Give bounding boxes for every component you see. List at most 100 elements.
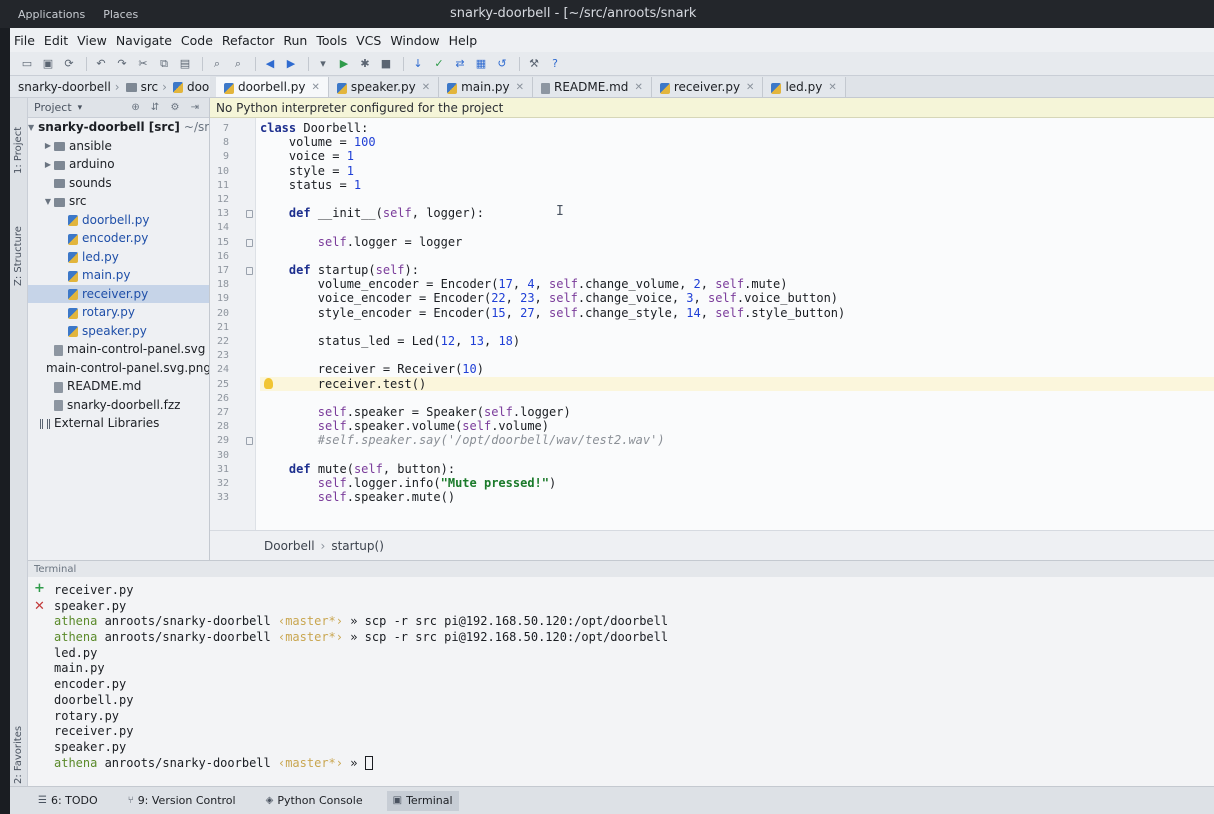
tree-item[interactable]: doorbell.py <box>28 211 209 230</box>
tree-item[interactable]: README.md <box>28 377 209 396</box>
project-view-selector[interactable]: Project <box>34 101 72 114</box>
tree-item[interactable]: main-control-panel.svg <box>28 340 209 359</box>
tree-item[interactable]: ▼ src <box>28 192 209 211</box>
bottom-tab-terminal[interactable]: ▣ Terminal <box>386 790 459 811</box>
code-line[interactable]: volume_encoder = Encoder(17, 4, self.cha… <box>260 277 788 291</box>
places-menu[interactable]: Places <box>103 8 138 21</box>
bottom-tab-9-version-control[interactable]: ⑂ 9: Version Control <box>122 791 242 811</box>
menu-refactor[interactable]: Refactor <box>222 33 274 48</box>
code-line[interactable]: volume = 100 <box>260 135 376 149</box>
save-icon[interactable]: ▣ <box>39 56 57 72</box>
menu-navigate[interactable]: Navigate <box>116 33 172 48</box>
code-line[interactable]: self.logger = logger <box>260 235 463 249</box>
forward-icon[interactable]: ▶ <box>282 56 300 72</box>
tool-tab-favorites[interactable]: 2: Favorites <box>13 726 24 784</box>
close-icon[interactable]: ✕ <box>828 82 836 93</box>
tree-item[interactable]: receiver.py <box>28 284 209 303</box>
code-line[interactable]: self.speaker.mute() <box>260 490 455 504</box>
menu-run[interactable]: Run <box>283 33 307 48</box>
fold-marker-icon[interactable] <box>246 210 253 219</box>
tool-tab-project[interactable]: 1: Project <box>13 127 24 174</box>
vcs-revert-icon[interactable]: ↺ <box>493 56 511 72</box>
tree-item[interactable]: snarky-doorbell.fzz <box>28 396 209 415</box>
help-icon[interactable]: ? <box>546 56 564 72</box>
tool-tab-structure[interactable]: Z: Structure <box>13 226 24 286</box>
settings-icon[interactable]: ⚒ <box>525 56 543 72</box>
open-icon[interactable]: ▭ <box>18 56 36 72</box>
close-icon[interactable]: ✕ <box>634 82 642 93</box>
breadcrumb-class[interactable]: Doorbell <box>264 539 315 553</box>
code-line[interactable]: voice = 1 <box>260 149 354 163</box>
undo-icon[interactable]: ↶ <box>92 56 110 72</box>
tab-doorbell-py[interactable]: doorbell.py ✕ <box>216 77 329 97</box>
code-line[interactable]: class Doorbell: <box>260 121 368 135</box>
menu-file[interactable]: File <box>14 33 35 48</box>
close-icon[interactable]: ✕ <box>746 82 754 93</box>
stop-icon[interactable]: ■ <box>377 56 395 72</box>
code-line[interactable]: def __init__(self, logger): <box>260 206 484 220</box>
code-line[interactable]: #self.speaker.say('/opt/doorbell/wav/tes… <box>260 433 665 447</box>
code-line[interactable]: self.logger.info("Mute pressed!") <box>260 476 556 490</box>
tree-item[interactable]: External Libraries <box>28 414 209 433</box>
chevron-right-icon[interactable]: ▶ <box>42 141 54 150</box>
vcs-update-icon[interactable]: ↓ <box>409 56 427 72</box>
tree-item[interactable]: encoder.py <box>28 229 209 248</box>
code-line[interactable]: style = 1 <box>260 164 354 178</box>
tree-item[interactable]: speaker.py <box>28 322 209 341</box>
find-icon[interactable]: ⌕ <box>208 56 226 72</box>
fold-marker-icon[interactable] <box>246 437 253 446</box>
paste-icon[interactable]: ▤ <box>176 56 194 72</box>
chevron-down-icon[interactable]: ▼ <box>28 123 34 132</box>
tree-item[interactable]: sounds <box>28 174 209 193</box>
terminal-cursor[interactable] <box>364 756 373 771</box>
close-session-icon[interactable]: ✕ <box>34 599 45 614</box>
menu-code[interactable]: Code <box>181 33 213 48</box>
replace-icon[interactable]: ⌕ <box>229 56 247 72</box>
fold-marker-icon[interactable] <box>246 267 253 275</box>
tree-item[interactable]: ▶ ansible <box>28 137 209 156</box>
sync-icon[interactable]: ⟳ <box>60 56 78 72</box>
menu-tools[interactable]: Tools <box>316 33 347 48</box>
vcs-commit-icon[interactable]: ✓ <box>430 56 448 72</box>
chevron-down-icon[interactable]: ▾ <box>78 103 83 113</box>
vcs-history-icon[interactable]: ▦ <box>472 56 490 72</box>
code-line[interactable]: status = 1 <box>260 178 361 192</box>
code-editor[interactable]: class Doorbell: volume = 100 voice = 1 s… <box>256 118 1214 530</box>
close-icon[interactable]: ✕ <box>311 82 319 93</box>
terminal-output[interactable]: receiver.py speaker.py athena anroots/snar… <box>54 583 1204 783</box>
code-line[interactable]: self.speaker = Speaker(self.logger) <box>260 405 571 419</box>
redo-icon[interactable]: ↷ <box>113 56 131 72</box>
current-code-line[interactable]: receiver.test() <box>260 376 1214 391</box>
code-line[interactable]: style_encoder = Encoder(15, 27, self.cha… <box>260 306 845 320</box>
close-icon[interactable]: ✕ <box>516 82 524 93</box>
tab-readme-md[interactable]: README.md ✕ <box>533 77 652 97</box>
project-header-icons[interactable]: ⊕ ⇵ ⚙ ⇥ <box>131 102 203 113</box>
cut-icon[interactable]: ✂ <box>134 56 152 72</box>
chevron-right-icon[interactable]: ▶ <box>42 160 54 169</box>
menu-view[interactable]: View <box>77 33 107 48</box>
code-line[interactable]: receiver = Receiver(10) <box>260 362 484 376</box>
close-icon[interactable]: ✕ <box>422 82 430 93</box>
debug-icon[interactable]: ✱ <box>356 56 374 72</box>
vcs-compare-icon[interactable]: ⇄ <box>451 56 469 72</box>
code-line[interactable]: self.speaker.volume(self.volume) <box>260 419 549 433</box>
menu-vcs[interactable]: VCS <box>356 33 381 48</box>
tree-item[interactable]: ▶ arduino <box>28 155 209 174</box>
fold-marker-icon[interactable] <box>246 238 253 247</box>
run-config-dropdown-icon[interactable]: ▾ <box>314 56 332 72</box>
nav-crumb[interactable]: snarky-doorbell <box>18 80 111 94</box>
code-line[interactable]: def startup(self): <box>260 263 419 277</box>
copy-icon[interactable]: ⧉ <box>155 56 173 72</box>
tab-speaker-py[interactable]: speaker.py ✕ <box>328 77 440 97</box>
lightbulb-icon[interactable] <box>264 377 273 389</box>
tab-main-py[interactable]: main.py ✕ <box>439 77 533 97</box>
back-icon[interactable]: ◀ <box>261 56 279 72</box>
code-line[interactable]: def mute(self, button): <box>260 462 455 476</box>
tree-item[interactable]: main-control-panel.svg.png <box>28 359 209 378</box>
menu-window[interactable]: Window <box>390 33 439 48</box>
tree-root[interactable]: ▼ snarky-doorbell [src] ~/src/anro <box>28 118 209 137</box>
breadcrumb-method[interactable]: startup() <box>331 539 384 553</box>
tree-item[interactable]: main.py <box>28 266 209 285</box>
tree-item[interactable]: led.py <box>28 248 209 267</box>
applications-menu[interactable]: Applications <box>18 8 85 21</box>
